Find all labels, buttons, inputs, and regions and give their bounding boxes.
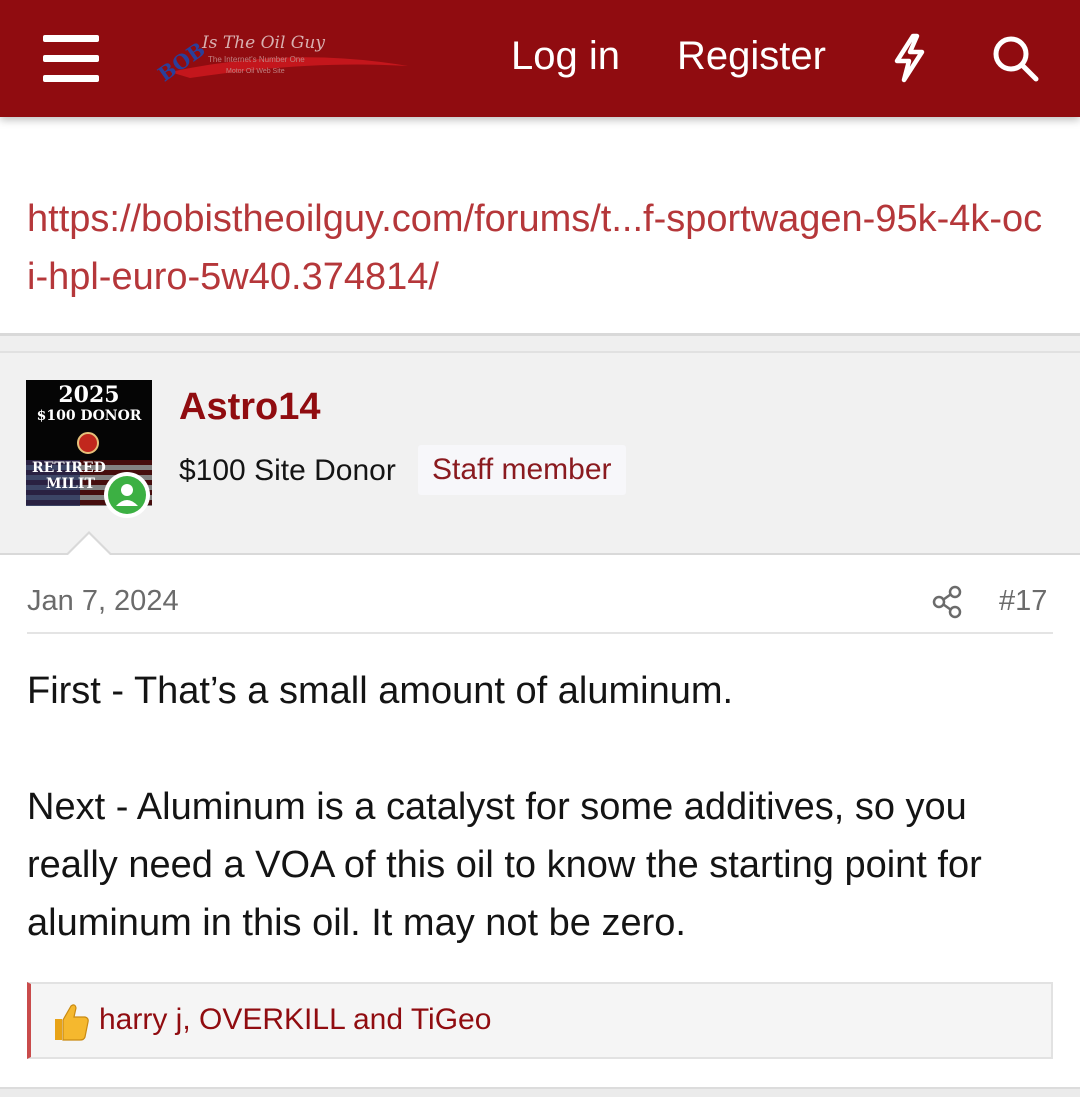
thumbs-up-icon (55, 1004, 89, 1041)
svg-text:BOB: BOB (153, 37, 209, 86)
thread-link[interactable]: https://bobistheoilguy.com/forums/t...f-… (27, 190, 1047, 306)
user-info-block: 2025 $100 DONOR RETIRED MILIT Astro14 $1… (0, 351, 1080, 553)
donor-seal-icon (77, 432, 99, 454)
svg-text:Motor Oil Web Site: Motor Oil Web Site (226, 68, 285, 75)
reactions-bar: harry j, OVERKILL and TiGeo (27, 982, 1053, 1059)
post-body: First - That’s a small amount of aluminu… (27, 662, 1027, 952)
staff-member-badge: Staff member (418, 445, 626, 495)
login-link[interactable]: Log in (511, 34, 620, 79)
site-header: BOB Is The Oil Guy The Internet's Number… (0, 0, 1080, 117)
share-icon[interactable] (931, 585, 963, 619)
user-pointer-arrow-fill (68, 534, 110, 555)
divider (27, 632, 1053, 634)
post-paragraph: Next - Aluminum is a catalyst for some a… (27, 786, 982, 944)
svg-text:Is The Oil Guy: Is The Oil Guy (201, 33, 325, 53)
user-title: $100 Site Donor (179, 454, 396, 487)
reaction-users-link[interactable]: harry j, OVERKILL and TiGeo (99, 1003, 491, 1037)
avatar-year-text: 2025 (58, 382, 120, 408)
post-gap (0, 336, 1080, 351)
whats-new-bolt-icon[interactable] (887, 33, 931, 83)
avatar-donor-text: $100 DONOR (36, 408, 142, 424)
post-paragraph: First - That’s a small amount of aluminu… (27, 670, 734, 712)
previous-post-tail: https://bobistheoilguy.com/forums/t...f-… (0, 117, 1080, 334)
divider (0, 1087, 1080, 1097)
avatar-retired-line: RETIRED (32, 460, 106, 476)
online-status-icon (104, 472, 150, 518)
post-date-link[interactable]: Jan 7, 2024 (27, 585, 179, 618)
avatar-retired-text: RETIRED MILIT (32, 460, 106, 492)
register-link[interactable]: Register (677, 34, 826, 79)
username-link[interactable]: Astro14 (179, 386, 321, 429)
svg-text:The Internet's Number One: The Internet's Number One (208, 55, 305, 64)
site-logo[interactable]: BOB Is The Oil Guy The Internet's Number… (150, 26, 412, 90)
menu-icon[interactable] (43, 35, 99, 83)
search-icon[interactable] (990, 33, 1040, 83)
avatar-military-line: MILIT (46, 476, 95, 492)
divider (0, 553, 1080, 555)
post-number-link[interactable]: #17 (999, 585, 1047, 618)
